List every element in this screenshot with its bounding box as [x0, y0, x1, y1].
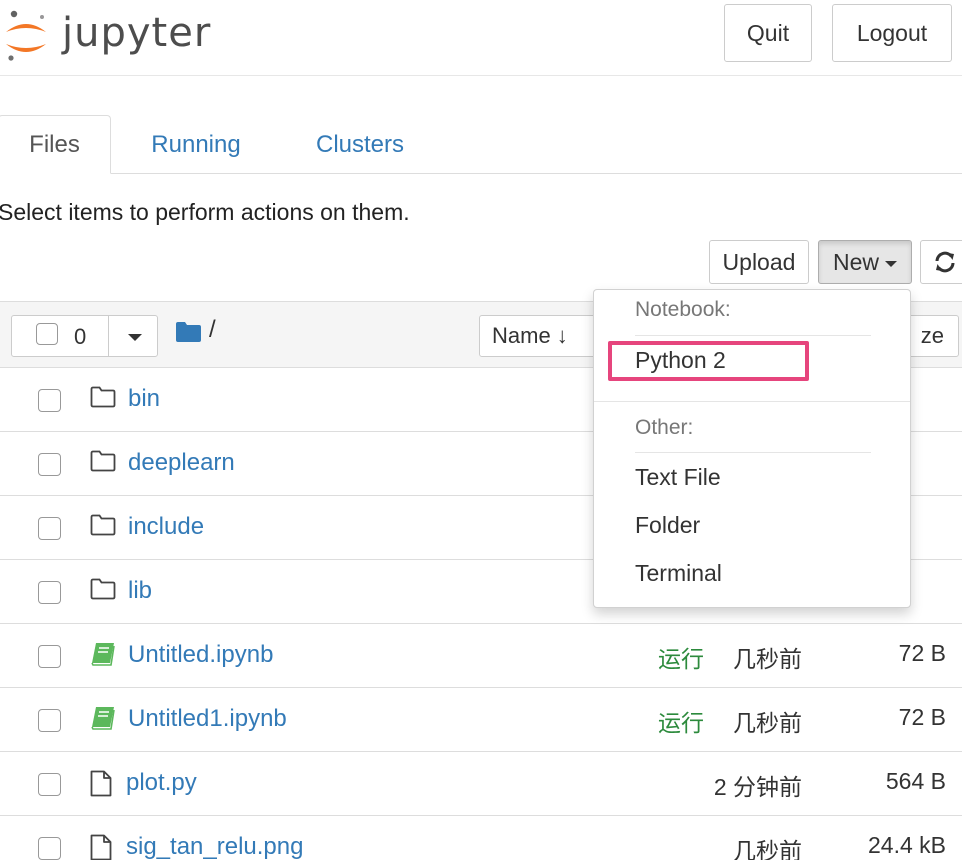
logo-text: jupyter: [62, 10, 212, 56]
sort-size-label: ze: [920, 323, 944, 348]
modified-time: 几秒前: [733, 646, 802, 672]
tab-running[interactable]: Running: [132, 115, 260, 174]
select-menu-caret-icon[interactable]: [128, 334, 142, 341]
tab-files[interactable]: Files: [0, 115, 111, 174]
running-status: 运行: [658, 710, 704, 736]
row-checkbox[interactable]: [38, 389, 61, 412]
notebook-section-header: Notebook:: [635, 298, 731, 321]
file-icon: [90, 834, 112, 860]
modified-time: 几秒前: [733, 710, 802, 736]
sort-by-name-button[interactable]: Name ↓: [479, 315, 597, 357]
file-icon: [90, 770, 112, 797]
file-size: 24.4 kB: [868, 832, 946, 858]
folder-outline-icon: [90, 450, 116, 472]
file-name-link[interactable]: Untitled.ipynb: [128, 641, 273, 669]
upload-button-label: Upload: [722, 248, 796, 275]
row-checkbox[interactable]: [38, 709, 61, 732]
logout-button[interactable]: Logout: [832, 4, 952, 62]
selection-hint: Select items to perform actions on them.: [0, 199, 410, 225]
jupyter-logo[interactable]: jupyter: [2, 6, 252, 66]
row-checkbox[interactable]: [38, 645, 61, 668]
other-section-header: Other:: [635, 416, 694, 439]
new-terminal[interactable]: Terminal: [635, 560, 722, 587]
notebook-icon: [91, 643, 115, 666]
file-size: 72 B: [898, 640, 946, 666]
file-row[interactable]: Untitled1.ipynb 运行 几秒前 72 B: [0, 688, 962, 752]
refresh-icon: [935, 251, 955, 273]
file-name-link[interactable]: bin: [128, 385, 160, 413]
file-row[interactable]: Untitled.ipynb 运行 几秒前 72 B: [0, 624, 962, 688]
python2-highlight: [608, 341, 809, 381]
select-all-group: 0: [11, 315, 158, 357]
notebook-icon: [91, 707, 115, 730]
row-checkbox[interactable]: [38, 453, 61, 476]
folder-outline-icon: [90, 386, 116, 408]
quit-button[interactable]: Quit: [724, 4, 812, 62]
file-name-link[interactable]: deeplearn: [128, 449, 235, 477]
new-button-label: New: [832, 248, 879, 275]
selected-count: 0: [74, 324, 87, 349]
jupyter-logo-icon: [6, 10, 46, 61]
row-checkbox[interactable]: [38, 773, 61, 796]
caret-down-icon: [885, 260, 897, 267]
row-checkbox[interactable]: [38, 581, 61, 604]
sort-name-label: Name: [492, 323, 551, 348]
file-row[interactable]: plot.py 2 分钟前 564 B: [0, 752, 962, 816]
jupyter-file-browser: jupyter Quit Logout Files Running Cluste…: [0, 0, 962, 860]
breadcrumb[interactable]: /: [209, 316, 216, 344]
tab-clusters[interactable]: Clusters: [296, 115, 424, 174]
folder-outline-icon: [90, 514, 116, 536]
refresh-button[interactable]: [920, 240, 962, 284]
select-all-checkbox[interactable]: [36, 323, 58, 345]
row-checkbox[interactable]: [38, 517, 61, 540]
modified-time: 2 分钟前: [713, 774, 802, 800]
file-name-link[interactable]: include: [128, 513, 204, 541]
notebook-section-rule: [635, 335, 871, 336]
new-dropdown-menu: Notebook: Python 2 Other: Text File Fold…: [593, 289, 911, 608]
new-button[interactable]: New: [818, 240, 912, 284]
arrow-down-icon: ↓: [556, 323, 568, 348]
file-row[interactable]: sig_tan_relu.png 几秒前 24.4 kB: [0, 816, 962, 860]
modified-time: 几秒前: [733, 838, 802, 860]
file-name-link[interactable]: Untitled1.ipynb: [128, 705, 287, 733]
select-group-divider: [108, 316, 109, 356]
folder-outline-icon: [90, 578, 116, 600]
menu-divider: [594, 401, 910, 402]
new-text-file[interactable]: Text File: [635, 464, 721, 491]
upload-button[interactable]: Upload: [709, 240, 809, 284]
file-name-link[interactable]: lib: [128, 577, 152, 605]
row-checkbox[interactable]: [38, 837, 61, 860]
other-section-rule: [635, 452, 871, 453]
file-name-link[interactable]: sig_tan_relu.png: [126, 833, 303, 860]
running-status: 运行: [658, 646, 704, 672]
file-size: 564 B: [885, 768, 946, 794]
file-size: 72 B: [898, 704, 946, 730]
file-name-link[interactable]: plot.py: [126, 769, 197, 797]
header-divider: [0, 75, 962, 76]
new-folder[interactable]: Folder: [635, 512, 700, 539]
folder-icon[interactable]: [175, 321, 202, 343]
